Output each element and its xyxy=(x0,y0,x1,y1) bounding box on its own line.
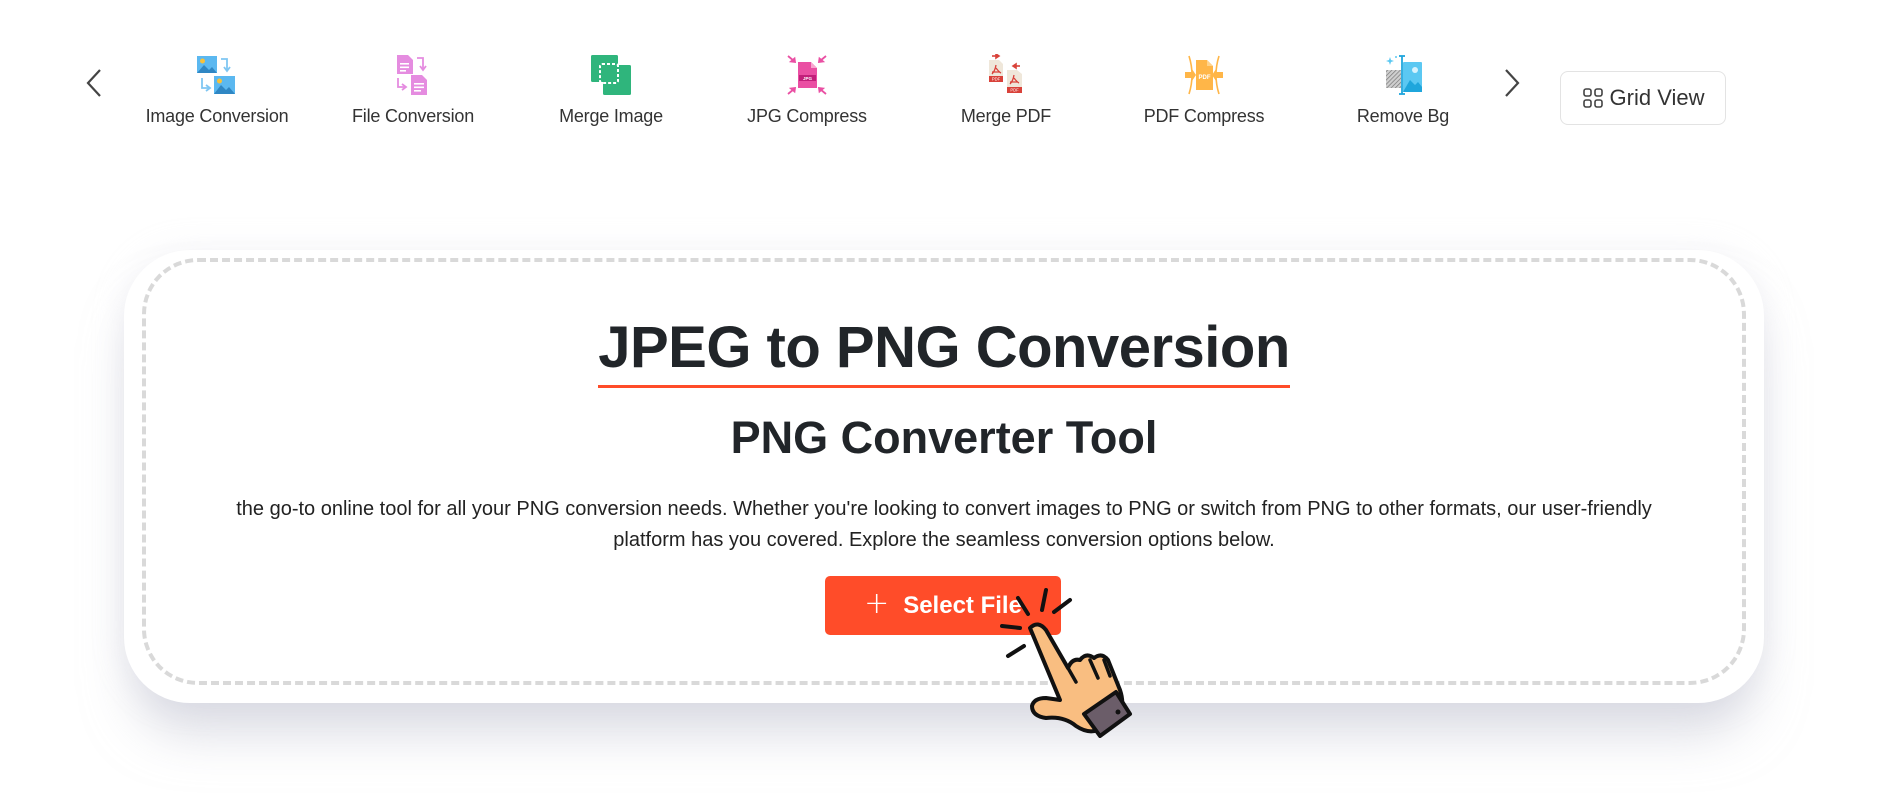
svg-text:JPG: JPG xyxy=(803,76,813,81)
tool-jpg-compress[interactable]: JPG JPG Compress xyxy=(717,54,897,127)
tool-navigation: Image Conversion File Conversion Merge I… xyxy=(0,0,1894,140)
tool-label: File Conversion xyxy=(351,106,475,126)
plus-icon: + xyxy=(864,586,890,621)
grid-view-label: Grid View xyxy=(1609,85,1705,110)
upload-card: JPEG to PNG Conversion PNG Converter Too… xyxy=(124,250,1764,703)
grid-icon xyxy=(1582,88,1603,108)
page-subtitle: PNG Converter Tool xyxy=(730,412,1158,463)
tool-remove-bg[interactable]: Remove Bg xyxy=(1313,54,1493,127)
nav-prev-button[interactable] xyxy=(82,66,106,100)
tool-file-conversion[interactable]: File Conversion xyxy=(323,54,503,127)
grid-view-button[interactable]: Grid View xyxy=(1560,71,1726,125)
tool-merge-pdf[interactable]: PDF PDF Merge PDF xyxy=(916,54,1096,127)
merge-image-icon xyxy=(591,55,631,95)
file-conversion-icon xyxy=(397,55,427,95)
svg-text:PDF: PDF xyxy=(992,77,1001,82)
nav-next-button[interactable] xyxy=(1500,66,1524,100)
select-file-button[interactable]: + Select File xyxy=(825,576,1061,635)
remove-bg-icon xyxy=(1386,55,1422,95)
merge-pdf-icon: PDF PDF xyxy=(989,54,1022,93)
tool-pdf-compress[interactable]: PDF PDF Compress xyxy=(1114,54,1294,127)
tool-label: Merge Image xyxy=(559,106,663,126)
tool-label: PDF Compress xyxy=(1143,106,1265,126)
svg-text:PDF: PDF xyxy=(1010,88,1019,93)
page-title: JPEG to PNG Conversion xyxy=(124,314,1764,388)
tool-label: Merge PDF xyxy=(960,106,1052,126)
image-conversion-icon xyxy=(197,56,235,94)
page-title-text: JPEG to PNG Conversion xyxy=(598,315,1290,388)
svg-text:PDF: PDF xyxy=(1199,75,1211,81)
tool-label: JPG Compress xyxy=(747,106,867,126)
chevron-right-icon xyxy=(1505,69,1520,97)
chevron-left-icon xyxy=(86,69,101,97)
tool-merge-image[interactable]: Merge Image xyxy=(521,54,701,127)
page-description: the go-to online tool for all your PNG c… xyxy=(236,498,1652,551)
tool-image-conversion[interactable]: Image Conversion xyxy=(127,54,307,127)
pdf-compress-icon: PDF xyxy=(1185,55,1223,95)
select-file-label: Select File xyxy=(903,591,1022,619)
tool-label: Image Conversion xyxy=(145,106,289,126)
jpg-compress-icon: JPG xyxy=(787,55,827,95)
tool-label: Remove Bg xyxy=(1356,106,1450,126)
